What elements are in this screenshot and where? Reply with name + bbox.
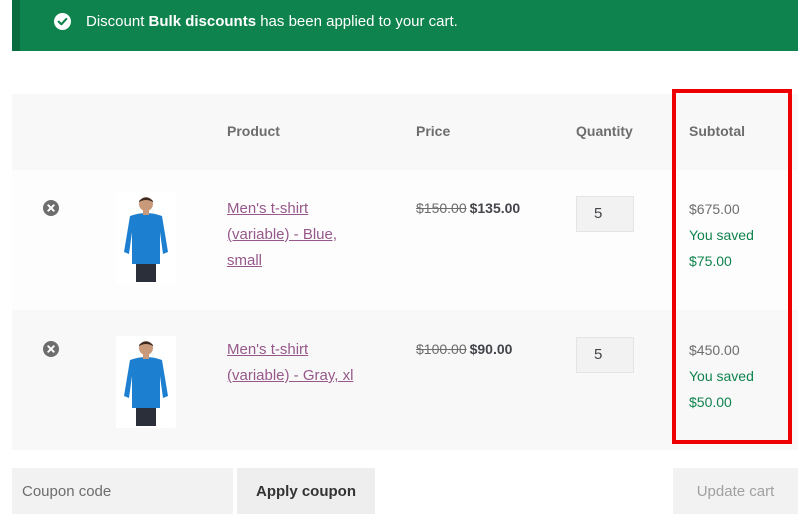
product-link[interactable]: Men's t-shirt (variable) - Gray, xl — [227, 337, 367, 389]
table-row: Men's t-shirt (variable) - Gray, xl $100… — [12, 310, 798, 450]
saved-amount: $50.00 — [689, 394, 732, 410]
header-price: Price — [416, 123, 451, 139]
notice-suffix: has been applied to your cart. — [260, 13, 458, 30]
saved-label: You saved — [689, 227, 754, 243]
header-quantity: Quantity — [576, 123, 633, 139]
item-subtotal: $675.00 You saved $75.00 — [689, 196, 754, 274]
remove-item-icon[interactable] — [43, 200, 59, 216]
item-subtotal: $450.00 You saved $50.00 — [689, 337, 754, 415]
regular-price: $100.00 — [416, 341, 467, 357]
table-row: Men's t-shirt (variable) - Blue, small $… — [12, 170, 798, 310]
discount-notice: Discount Bulk discounts has been applied… — [12, 0, 798, 51]
sale-price: $135.00 — [469, 200, 521, 216]
sale-price: $90.00 — [469, 341, 513, 357]
cart-table: Product Price Quantity Subtotal Men's t-… — [12, 94, 798, 450]
header-subtotal: Subtotal — [689, 123, 745, 139]
tshirt-image-icon — [124, 197, 168, 282]
update-cart-button[interactable]: Update cart — [673, 468, 798, 514]
saved-amount: $75.00 — [689, 253, 732, 269]
apply-coupon-button[interactable]: Apply coupon — [237, 468, 375, 514]
notice-message: Discount Bulk discounts has been applied… — [86, 13, 458, 30]
product-thumbnail[interactable] — [116, 192, 176, 284]
subtotal-amount: $450.00 — [689, 342, 740, 358]
quantity-input[interactable]: 5 — [576, 337, 634, 373]
coupon-code-input[interactable] — [12, 468, 233, 514]
notice-prefix: Discount — [86, 13, 145, 30]
header-product: Product — [227, 123, 280, 139]
product-thumbnail[interactable] — [116, 336, 176, 428]
saved-label: You saved — [689, 368, 754, 384]
check-circle-icon — [54, 13, 71, 30]
item-price: $100.00 $90.00 — [416, 341, 512, 357]
subtotal-amount: $675.00 — [689, 201, 740, 217]
product-link[interactable]: Men's t-shirt (variable) - Blue, small — [227, 196, 362, 274]
tshirt-image-icon — [124, 341, 168, 426]
table-header: Product Price Quantity Subtotal — [12, 94, 798, 170]
remove-item-icon[interactable] — [43, 341, 59, 357]
discount-name: Bulk discounts — [148, 13, 257, 30]
regular-price: $150.00 — [416, 200, 467, 216]
item-price: $150.00 $135.00 — [416, 200, 520, 216]
quantity-input[interactable]: 5 — [576, 196, 634, 232]
